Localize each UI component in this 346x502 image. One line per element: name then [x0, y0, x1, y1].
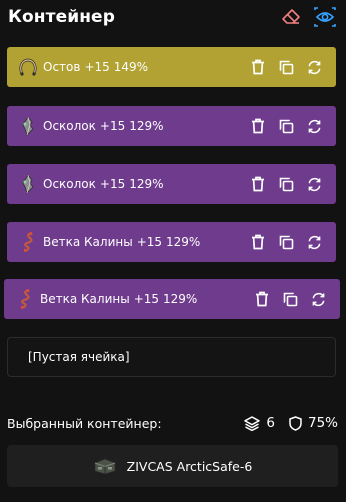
container-slot[interactable]: Осколок +15 129%	[7, 106, 336, 146]
duplicate-button[interactable]	[272, 56, 300, 78]
copy-icon	[279, 60, 293, 74]
copy-icon	[279, 235, 293, 249]
swap-button[interactable]	[300, 56, 328, 78]
delete-button[interactable]	[244, 173, 272, 195]
shard-icon	[17, 173, 39, 195]
slot-label: Осколок +15 129%	[43, 119, 164, 133]
protection-stat: 75%	[289, 415, 338, 431]
trash-icon	[252, 234, 264, 250]
delete-button[interactable]	[244, 56, 272, 78]
slot-label: Остов +15 149%	[43, 60, 149, 74]
swap-button[interactable]	[300, 231, 328, 253]
container-slot[interactable]: Ветка Калины +15 129%	[4, 279, 340, 319]
refresh-icon	[308, 177, 320, 191]
trash-icon	[252, 118, 264, 134]
container-select-button[interactable]: ZIVCAS ArcticSafe-6	[7, 445, 338, 487]
eye-icon	[314, 7, 336, 27]
container-name: ZIVCAS ArcticSafe-6	[126, 458, 253, 474]
container-slot[interactable]: Ветка Калины +15 129%	[7, 222, 336, 262]
trash-icon	[252, 176, 264, 192]
selected-container-row: Выбранный контейнер: 6 75%	[7, 413, 338, 433]
delete-button[interactable]	[248, 288, 276, 310]
shard-icon	[17, 115, 39, 137]
swap-button[interactable]	[300, 173, 328, 195]
duplicate-button[interactable]	[272, 231, 300, 253]
container-slot[interactable]: Остов +15 149%	[7, 47, 336, 87]
copy-icon	[279, 177, 293, 191]
swap-button[interactable]	[300, 115, 328, 137]
copy-icon	[279, 119, 293, 133]
eraser-icon	[282, 9, 300, 24]
protection-value: 75%	[307, 415, 338, 431]
slot-label: Ветка Калины +15 129%	[43, 235, 201, 249]
trash-icon	[252, 59, 264, 75]
branch-icon	[17, 231, 39, 253]
selected-container-label: Выбранный контейнер:	[7, 415, 162, 431]
header: Контейнер	[8, 4, 338, 30]
safe-box-icon	[93, 457, 117, 475]
shield-icon	[289, 415, 302, 431]
refresh-icon	[308, 235, 320, 249]
copy-icon	[283, 292, 297, 306]
trash-icon	[256, 291, 268, 307]
capacity-stat: 6	[244, 415, 275, 431]
slot-label: Осколок +15 129%	[43, 177, 164, 191]
container-slot[interactable]: Осколок +15 129%	[7, 164, 336, 204]
swap-button[interactable]	[304, 288, 332, 310]
duplicate-button[interactable]	[272, 173, 300, 195]
capacity-value: 6	[266, 415, 275, 431]
clear-button[interactable]	[278, 6, 304, 28]
page-title: Контейнер	[8, 7, 115, 27]
empty-slot[interactable]: [Пустая ячейка]	[7, 337, 336, 377]
duplicate-button[interactable]	[272, 115, 300, 137]
delete-button[interactable]	[244, 231, 272, 253]
branch-icon	[14, 288, 36, 310]
refresh-icon	[308, 119, 320, 133]
duplicate-button[interactable]	[276, 288, 304, 310]
slot-label: Ветка Калины +15 129%	[40, 292, 198, 306]
visibility-button[interactable]	[312, 6, 338, 28]
delete-button[interactable]	[244, 115, 272, 137]
refresh-icon	[312, 292, 324, 306]
layers-icon	[244, 415, 261, 431]
refresh-icon	[308, 60, 320, 74]
horseshoe-icon	[17, 56, 39, 78]
empty-slot-label: [Пустая ячейка]	[28, 350, 130, 364]
